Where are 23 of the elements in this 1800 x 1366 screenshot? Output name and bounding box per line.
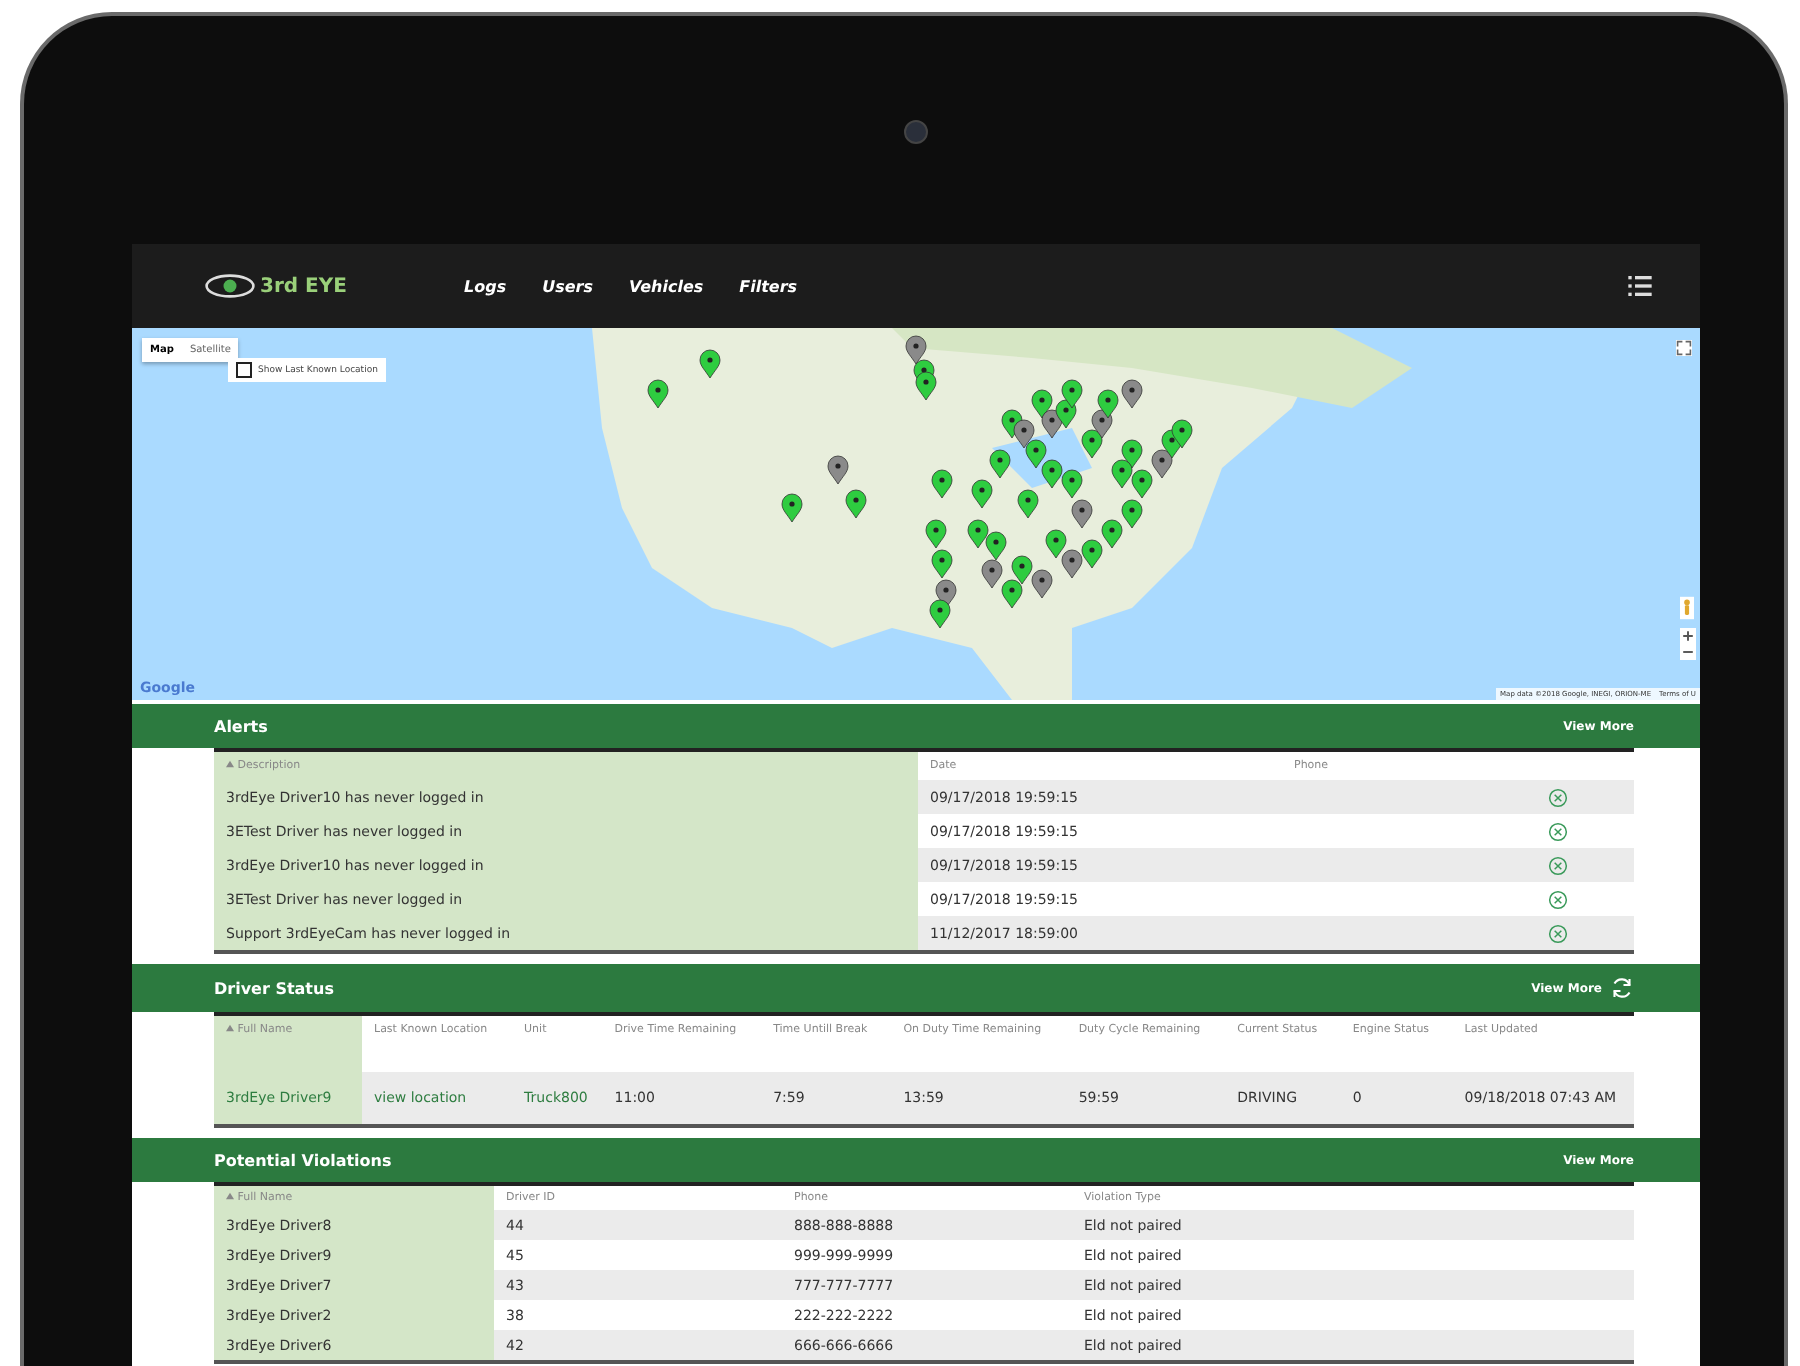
nav-link[interactable]: Filters [739,277,798,295]
nav-link[interactable]: Users [542,277,593,295]
close-circle-icon[interactable] [1548,855,1569,875]
close-circle-icon[interactable] [1548,787,1569,807]
list-menu-icon[interactable] [1628,276,1652,296]
logo[interactable]: 3rd EYE [204,272,444,300]
nav-link[interactable]: Vehicles [628,277,704,295]
camera-icon [904,120,928,144]
section-title: Alerts [214,717,268,735]
nav-link[interactable]: Logs [464,277,507,295]
close-circle-icon[interactable] [1548,889,1569,909]
eye-icon [204,272,256,300]
refresh-icon[interactable] [1610,976,1634,1000]
close-circle-icon[interactable] [1548,923,1569,943]
zoom-controls[interactable] [1680,628,1696,660]
sort-ascending-icon [226,760,234,769]
fullscreen-icon[interactable] [1676,340,1692,356]
sort-ascending-icon [226,1192,234,1201]
sort-ascending-icon [226,1024,234,1033]
section-title: Potential Violations [214,1151,392,1169]
close-circle-icon[interactable] [1548,821,1569,841]
zoom-in-icon[interactable] [1680,628,1696,644]
section-title: Driver Status [214,979,334,997]
